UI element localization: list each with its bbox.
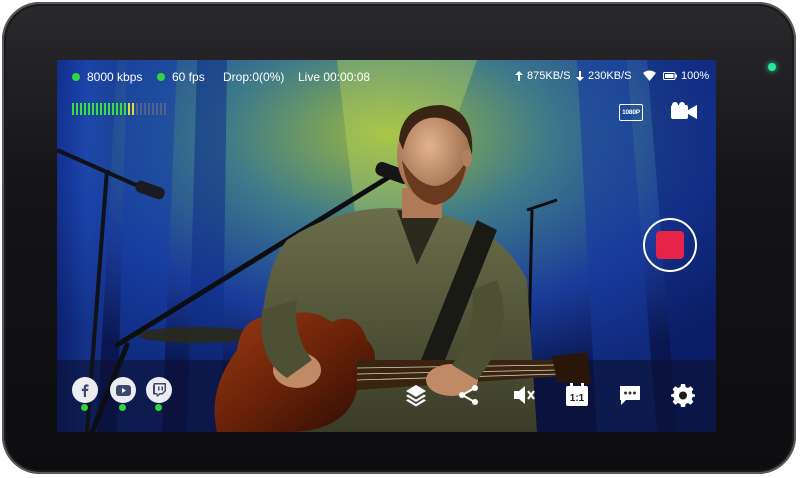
audio-meter-bar: [164, 103, 166, 115]
audio-meter-bar: [72, 103, 74, 115]
layers-button[interactable]: [404, 383, 428, 407]
settings-button[interactable]: [671, 383, 695, 407]
comment-button[interactable]: [618, 383, 642, 407]
facebook-icon: [81, 384, 89, 397]
download-rate: 230KB/S: [576, 70, 631, 82]
upload-arrow-icon: [515, 71, 523, 81]
fps-value: 60 fps: [172, 70, 205, 84]
aspect-icon: 1:1: [566, 383, 588, 406]
wifi-icon: [643, 70, 656, 81]
layers-icon: [406, 385, 426, 407]
twitch-button[interactable]: [146, 377, 172, 403]
download-arrow-icon: [576, 71, 584, 81]
audio-meter-bar: [132, 103, 134, 115]
audio-meter-bar: [76, 103, 78, 115]
video-camera-icon[interactable]: [671, 102, 697, 120]
facebook-status-dot: [81, 404, 88, 411]
download-rate-value: 230KB/S: [588, 70, 632, 82]
audio-level-meter: [72, 103, 166, 115]
audio-meter-bar: [92, 103, 94, 115]
youtube-icon: [115, 384, 131, 396]
audio-meter-bar: [116, 103, 118, 115]
aspect-ratio-button[interactable]: 1:1: [565, 383, 589, 407]
audio-meter-bar: [84, 103, 86, 115]
audio-meter-bar: [160, 103, 162, 115]
audio-meter-bar: [124, 103, 126, 115]
audio-meter-bar: [140, 103, 142, 115]
audio-meter-bar: [152, 103, 154, 115]
audio-meter-bar: [144, 103, 146, 115]
audio-meter-bar: [120, 103, 122, 115]
mute-button[interactable]: [512, 383, 536, 407]
audio-meter-bar: [112, 103, 114, 115]
record-button[interactable]: [643, 218, 697, 272]
twitch-status-dot: [155, 404, 162, 411]
camera-screen[interactable]: 8000 kbps 60 fps Drop:0(0%) Live 00:00:0…: [57, 60, 716, 432]
switch-button[interactable]: [457, 383, 481, 407]
bitrate-value: 8000 kbps: [87, 70, 143, 84]
tablet-device: 8000 kbps 60 fps Drop:0(0%) Live 00:00:0…: [2, 2, 796, 474]
fps-indicator: 60 fps: [157, 70, 205, 84]
youtube-button[interactable]: [110, 377, 136, 403]
audio-meter-bar: [104, 103, 106, 115]
upload-rate: 875KB/S: [515, 70, 570, 82]
audio-meter-bar: [136, 103, 138, 115]
bitrate-status-dot: [72, 73, 80, 81]
audio-meter-bar: [108, 103, 110, 115]
mute-icon: [514, 386, 535, 404]
aspect-ratio-label: 1:1: [570, 393, 585, 404]
audio-meter-bar: [100, 103, 102, 115]
drop-frames: Drop:0(0%): [223, 70, 285, 84]
audio-meter-bar: [128, 103, 130, 115]
upload-rate-value: 875KB/S: [527, 70, 571, 82]
battery-indicator: 100%: [663, 70, 709, 82]
bitrate-indicator: 8000 kbps: [72, 70, 142, 84]
audio-meter-bar: [148, 103, 150, 115]
facebook-button[interactable]: [72, 377, 98, 403]
fps-status-dot: [157, 73, 165, 81]
audio-meter-bar: [88, 103, 90, 115]
battery-value: 100%: [681, 70, 710, 82]
youtube-status-dot: [119, 404, 126, 411]
switch-icon: [459, 385, 478, 405]
audio-meter-bar: [80, 103, 82, 115]
resolution-badge[interactable]: 1080P: [619, 104, 643, 121]
audio-meter-bar: [156, 103, 158, 115]
audio-meter-bar: [96, 103, 98, 115]
twitch-icon: [152, 383, 166, 397]
live-timer: Live 00:00:08: [298, 70, 371, 84]
status-bar: 8000 kbps 60 fps Drop:0(0%) Live 00:00:0…: [57, 60, 716, 92]
battery-icon: [663, 72, 677, 80]
record-stop-icon: [656, 231, 684, 259]
comment-icon: [620, 386, 640, 405]
indicator-led: [768, 63, 776, 71]
gear-icon: [671, 384, 695, 407]
